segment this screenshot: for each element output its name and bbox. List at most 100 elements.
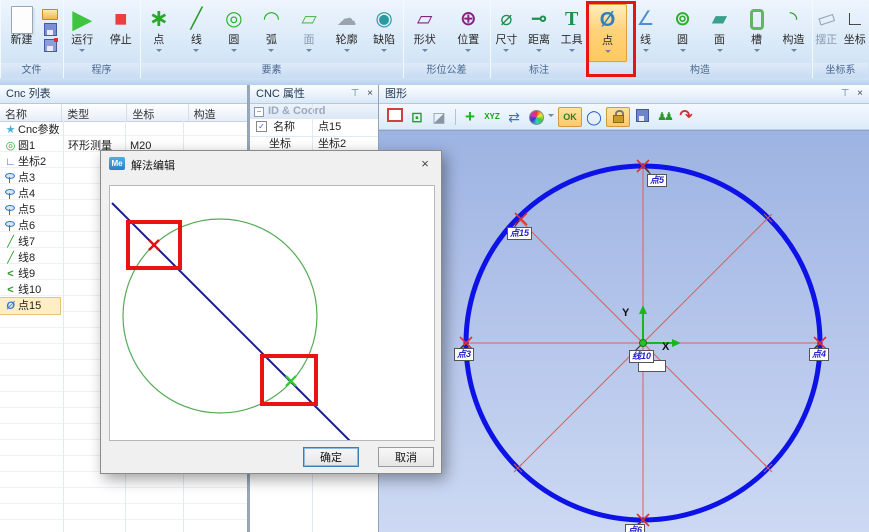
dropdown-arrow-icon <box>569 49 575 55</box>
circle-display-icon[interactable]: ◯ <box>584 107 604 127</box>
graphics-canvas[interactable]: Y X 点5 点15 点3 点4 线10 点6 <box>379 130 869 532</box>
column-header-name[interactable]: 名称 <box>0 104 62 121</box>
column-header-type[interactable]: 类型 <box>62 104 127 121</box>
feature-tag-point15[interactable]: 点15 <box>507 227 532 240</box>
tool-icon <box>555 4 588 34</box>
rotate-undo-icon[interactable]: ↷ <box>676 107 696 127</box>
distance-button[interactable]: 距离 <box>523 4 556 62</box>
property-group-header[interactable]: − ID & Coord <box>250 104 380 119</box>
list-item-point15-selected[interactable]: 点15 <box>0 298 60 314</box>
element-contour-button[interactable]: 轮廓 <box>328 4 365 62</box>
tool-button[interactable]: 工具 <box>555 4 588 62</box>
construct-slot-button[interactable]: 槽 <box>738 4 775 62</box>
parameters-icon <box>3 122 18 138</box>
tolerance-shape-button[interactable]: 形状 <box>406 4 443 62</box>
save-view-icon[interactable] <box>632 107 652 127</box>
element-defect-button[interactable]: 缺陷 <box>366 4 403 62</box>
dropdown-arrow-icon <box>344 49 350 55</box>
save-as-icon[interactable] <box>44 39 57 52</box>
swap-view-icon[interactable]: ⇄ <box>504 107 524 127</box>
construct-circle-button[interactable]: 圆 <box>664 4 701 62</box>
cnc-properties-title: CNC 属性 ⊤ × <box>250 85 380 104</box>
feature-tag-point4[interactable]: 点4 <box>809 348 829 361</box>
group-label-program: 程序 <box>64 63 139 78</box>
dropdown-arrow-icon <box>422 49 428 55</box>
save-icon[interactable] <box>44 23 57 36</box>
property-row-name[interactable]: ✓ 名称 点15 <box>250 119 380 137</box>
ribbon: 新建 文件 ▶ 运行 ■ 停止 程序 <box>0 0 869 79</box>
column-header-coord[interactable]: 坐标 <box>127 104 188 121</box>
close-icon[interactable]: × <box>853 85 867 103</box>
construct-construct-button[interactable]: 构造 <box>775 4 812 62</box>
axis-label-y: Y <box>622 307 629 319</box>
xyz-axes-icon[interactable]: XYZ <box>482 107 502 127</box>
cancel-button[interactable]: 取消 <box>378 447 434 467</box>
feature-tag-line10[interactable]: 线10 <box>629 350 654 363</box>
list-item-cnc-params[interactable]: Cnc参数 <box>0 122 247 138</box>
color-palette-icon[interactable] <box>526 107 546 127</box>
dropdown-arrow-icon <box>156 49 162 55</box>
dropdown-arrow-icon <box>306 49 312 55</box>
dropdown-arrow-icon <box>503 49 509 55</box>
stop-button[interactable]: ■ 停止 <box>102 4 139 62</box>
measurement-drawing <box>379 131 869 532</box>
toolbar-separator <box>455 109 456 125</box>
shape-tolerance-icon <box>406 4 443 34</box>
element-arc-button[interactable]: 弧 <box>253 4 290 62</box>
fit-view-icon[interactable]: ⊡ <box>407 107 427 127</box>
group-label-construct: 构造 <box>589 63 811 78</box>
new-file-button[interactable]: 新建 <box>3 4 40 47</box>
property-value[interactable]: 点15 <box>318 119 341 136</box>
solution-preview-canvas[interactable] <box>109 185 435 441</box>
pin-icon[interactable]: ⊤ <box>348 85 362 103</box>
coordinate-button[interactable]: 坐标 <box>841 4 869 62</box>
circle-feature-icon <box>3 138 18 154</box>
dropdown-arrow-icon <box>605 50 611 56</box>
view-flip-icon[interactable]: ◪ <box>429 107 449 127</box>
ok-toggle-button[interactable]: OK <box>558 107 582 127</box>
dialog-titlebar[interactable]: Me 解法编辑 × <box>101 151 441 177</box>
element-circle-button[interactable]: 圆 <box>215 4 252 62</box>
ribbon-group-construct: 点 线 圆 面 <box>588 1 813 78</box>
group-label-file: 文件 <box>1 63 62 78</box>
element-line-button[interactable]: 线 <box>178 4 215 62</box>
pin-icon[interactable]: ⊤ <box>838 85 852 103</box>
dropdown-arrow-icon <box>791 49 797 55</box>
run-button[interactable]: ▶ 运行 <box>64 4 101 62</box>
construct-plane-button[interactable]: 面 <box>701 4 738 62</box>
new-document-icon <box>11 6 33 34</box>
dropdown-arrow-icon[interactable] <box>548 114 554 120</box>
align-button[interactable]: 摆正 <box>812 4 841 62</box>
element-point-button[interactable]: 点 <box>140 4 177 62</box>
close-icon[interactable]: × <box>363 85 377 103</box>
feature-tag-point5[interactable]: 点5 <box>647 174 667 187</box>
construct-circle-icon <box>664 4 701 34</box>
dimension-button[interactable]: 尺寸 <box>490 4 523 62</box>
group-label-coordsys: 坐标系 <box>813 63 868 78</box>
group-label-tolerance: 形位公差 <box>404 63 489 78</box>
column-header-construct[interactable]: 构造 <box>189 104 247 121</box>
add-icon[interactable]: + <box>460 107 480 127</box>
tolerance-position-button[interactable]: 位置 <box>450 4 487 62</box>
line-icon <box>3 250 18 266</box>
ribbon-group-elements: 点 线 圆 弧 <box>140 1 404 78</box>
collapse-icon[interactable]: − <box>254 107 264 117</box>
zoom-window-icon[interactable] <box>385 107 405 127</box>
distance-icon <box>523 4 556 34</box>
construct-line-button[interactable]: 线 <box>627 4 664 62</box>
construct-point-button[interactable]: 点 <box>588 4 627 62</box>
circle-measure-icon <box>215 4 252 34</box>
line-measure-icon <box>178 4 215 34</box>
checkbox-checked[interactable]: ✓ <box>256 121 267 132</box>
lock-toggle-button[interactable] <box>606 107 630 127</box>
feature-tag-point6[interactable]: 点6 <box>625 524 645 532</box>
ok-button[interactable]: 确定 <box>303 447 359 467</box>
element-plane-button[interactable]: 面 <box>291 4 328 62</box>
dropdown-arrow-icon <box>79 49 85 55</box>
feature-tag-point3[interactable]: 点3 <box>454 348 474 361</box>
cnc-list-header: 名称 类型 坐标 构造 <box>0 104 247 122</box>
users-icon[interactable]: ♟♟ <box>654 107 674 127</box>
open-folder-icon[interactable] <box>42 9 58 20</box>
close-icon[interactable]: × <box>415 154 435 174</box>
position-tolerance-icon <box>450 4 487 34</box>
